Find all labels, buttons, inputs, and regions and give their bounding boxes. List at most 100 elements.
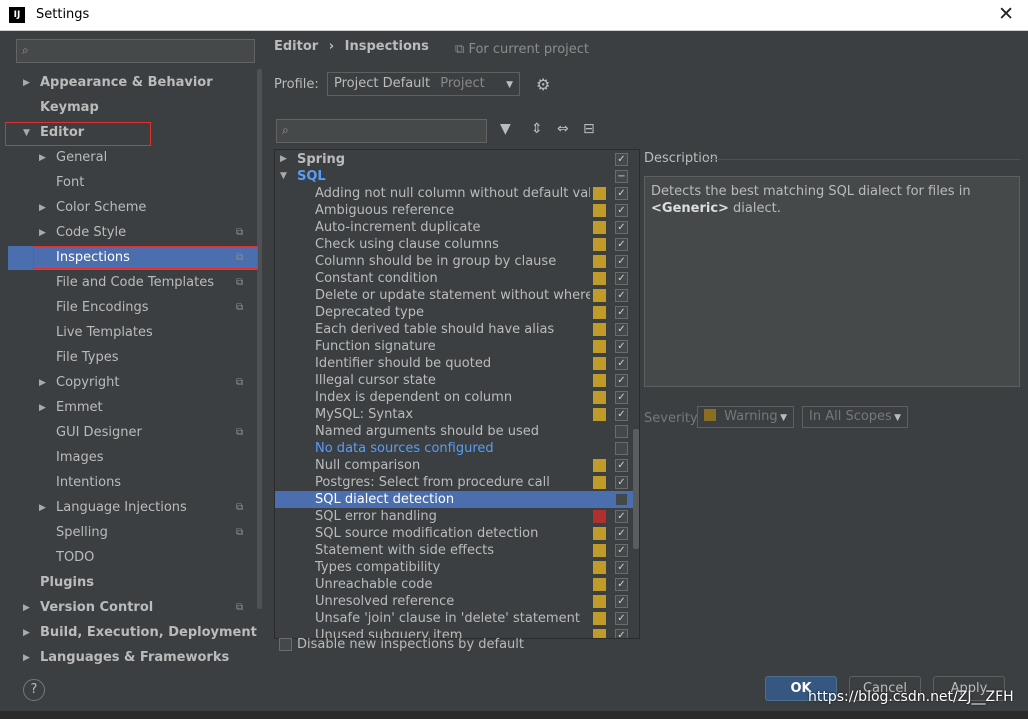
inspection-row[interactable]: Statement with side effects ✓ [275, 542, 639, 559]
inspection-group-sql[interactable]: ▼ SQL − [275, 168, 639, 185]
sidebar-item-file-encodings[interactable]: File Encodings [56, 297, 149, 319]
inspection-checkbox[interactable]: ✓ [615, 187, 628, 200]
inspection-row[interactable]: Null comparison ✓ [275, 457, 639, 474]
inspection-row[interactable]: Index is dependent on column ✓ [275, 389, 639, 406]
sidebar-item-appearance-behavior[interactable]: ▶ Appearance & Behavior [23, 72, 213, 94]
gear-icon[interactable]: ⚙ [536, 75, 550, 94]
disable-new-inspections-checkbox[interactable] [279, 638, 292, 651]
sidebar-item-language-injections[interactable]: ▶ Language Injections [39, 497, 187, 519]
inspection-checkbox[interactable]: ✓ [615, 595, 628, 608]
inspection-row[interactable]: Illegal cursor state ✓ [275, 372, 639, 389]
inspection-row[interactable]: Adding not null column without default v… [275, 185, 639, 202]
inspection-checkbox[interactable]: ✓ [615, 272, 628, 285]
inspection-checkbox[interactable]: ✓ [615, 476, 628, 489]
inspection-checkbox[interactable]: ✓ [615, 221, 628, 234]
collapse-all-icon[interactable]: ⇔ [557, 121, 569, 137]
expand-arrow-right-icon[interactable]: ▶ [39, 197, 46, 219]
inspection-checkbox[interactable] [615, 442, 628, 455]
expand-arrow-right-icon[interactable]: ▶ [39, 397, 46, 419]
sidebar-item-live-templates[interactable]: Live Templates [56, 322, 153, 344]
sidebar-item-file-types[interactable]: File Types [56, 347, 119, 369]
inspection-row[interactable]: Named arguments should be used [275, 423, 639, 440]
inspection-row[interactable]: Unsafe 'join' clause in 'delete' stateme… [275, 610, 639, 627]
inspections-search-input[interactable]: ⌕ [276, 119, 487, 143]
inspection-checkbox[interactable]: ✓ [615, 340, 628, 353]
inspection-row[interactable]: SQL error handling ✓ [275, 508, 639, 525]
inspection-checkbox[interactable]: ✓ [615, 289, 628, 302]
expand-arrow-right-icon[interactable]: ▶ [23, 647, 30, 669]
inspection-row[interactable]: Auto-increment duplicate ✓ [275, 219, 639, 236]
inspection-checkbox[interactable]: ✓ [615, 578, 628, 591]
inspection-checkbox[interactable]: ✓ [615, 306, 628, 319]
sidebar-item-intentions[interactable]: Intentions [56, 472, 121, 494]
sidebar-item-keymap[interactable]: Keymap [40, 97, 99, 119]
inspection-row[interactable]: Check using clause columns ✓ [275, 236, 639, 253]
inspection-row[interactable]: Identifier should be quoted ✓ [275, 355, 639, 372]
expand-arrow-right-icon[interactable]: ▶ [39, 147, 46, 169]
inspection-checkbox[interactable]: ✓ [615, 612, 628, 625]
inspection-checkbox[interactable]: ✓ [615, 153, 628, 166]
inspection-row[interactable]: No data sources configured [275, 440, 639, 457]
sidebar-item-font[interactable]: Font [56, 172, 84, 194]
expand-arrow-right-icon[interactable]: ▶ [39, 497, 46, 519]
close-icon[interactable]: ✕ [998, 3, 1014, 25]
sidebar-item-todo[interactable]: TODO [56, 547, 94, 569]
profile-dropdown[interactable]: Project Default Project ▼ [327, 72, 520, 96]
expand-all-icon[interactable]: ⇕ [531, 121, 543, 137]
sidebar-item-plugins[interactable]: Plugins [40, 572, 94, 594]
inspection-row[interactable]: Types compatibility ✓ [275, 559, 639, 576]
inspection-row[interactable]: MySQL: Syntax ✓ [275, 406, 639, 423]
inspection-group-spring[interactable]: ▶ Spring ✓ [275, 151, 639, 168]
inspection-checkbox[interactable]: ✓ [615, 510, 628, 523]
inspection-row[interactable]: Constant condition ✓ [275, 270, 639, 287]
inspection-checkbox[interactable]: ✓ [615, 408, 628, 421]
breadcrumb-editor[interactable]: Editor [274, 39, 318, 54]
sidebar-item-code-style[interactable]: ▶ Code Style [39, 222, 126, 244]
sidebar-item-version-control[interactable]: ▶ Version Control [23, 597, 153, 619]
expand-arrow-right-icon[interactable]: ▶ [280, 151, 287, 168]
inspection-checkbox[interactable]: − [615, 170, 628, 183]
inspection-row[interactable]: Column should be in group by clause ✓ [275, 253, 639, 270]
inspection-row[interactable]: Unresolved reference ✓ [275, 593, 639, 610]
inspection-checkbox[interactable]: ✓ [615, 527, 628, 540]
expand-arrow-right-icon[interactable]: ▶ [39, 222, 46, 244]
inspection-row[interactable]: Postgres: Select from procedure call ✓ [275, 474, 639, 491]
expand-arrow-right-icon[interactable]: ▶ [39, 372, 46, 394]
inspection-row[interactable]: Each derived table should have alias ✓ [275, 321, 639, 338]
inspection-checkbox[interactable]: ✓ [615, 357, 628, 370]
inspection-checkbox[interactable]: ✓ [615, 629, 628, 638]
inspection-checkbox[interactable] [615, 425, 628, 438]
inspections-scrollbar[interactable] [633, 429, 639, 549]
inspection-checkbox[interactable]: ✓ [615, 204, 628, 217]
inspection-checkbox[interactable]: ✓ [615, 323, 628, 336]
sidebar-item-copyright[interactable]: ▶ Copyright [39, 372, 120, 394]
sidebar-item-general[interactable]: ▶ General [39, 147, 107, 169]
inspection-row[interactable]: Delete or update statement without where… [275, 287, 639, 304]
sidebar-scrollbar[interactable] [257, 69, 262, 609]
filter-icon[interactable]: ▼ [500, 121, 511, 137]
sidebar-item-languages-frameworks[interactable]: ▶ Languages & Frameworks [23, 647, 229, 669]
sidebar-item-images[interactable]: Images [56, 447, 104, 469]
reset-icon[interactable]: ⊟ [583, 121, 595, 137]
sidebar-search-input[interactable]: ⌕ [16, 39, 255, 63]
expand-arrow-right-icon[interactable]: ▶ [23, 622, 30, 644]
inspection-checkbox[interactable]: ✓ [615, 238, 628, 251]
inspection-checkbox[interactable]: ✓ [615, 391, 628, 404]
expand-arrow-down-icon[interactable]: ▼ [280, 168, 287, 185]
inspection-checkbox[interactable]: ✓ [615, 459, 628, 472]
inspection-checkbox[interactable] [615, 493, 628, 506]
sidebar-item-gui-designer[interactable]: GUI Designer [56, 422, 142, 444]
scope-dropdown[interactable]: In All Scopes ▼ [802, 406, 908, 428]
inspection-checkbox[interactable]: ✓ [615, 374, 628, 387]
inspection-row[interactable]: Unreachable code ✓ [275, 576, 639, 593]
sidebar-item-color-scheme[interactable]: ▶ Color Scheme [39, 197, 146, 219]
inspection-row[interactable]: Deprecated type ✓ [275, 304, 639, 321]
inspection-checkbox[interactable]: ✓ [615, 255, 628, 268]
sidebar-item-spelling[interactable]: Spelling [56, 522, 108, 544]
inspection-row[interactable]: SQL source modification detection ✓ [275, 525, 639, 542]
sidebar-item-emmet[interactable]: ▶ Emmet [39, 397, 103, 419]
expand-arrow-right-icon[interactable]: ▶ [23, 597, 30, 619]
inspection-row[interactable]: Function signature ✓ [275, 338, 639, 355]
help-button[interactable]: ? [23, 679, 45, 701]
inspection-checkbox[interactable]: ✓ [615, 561, 628, 574]
